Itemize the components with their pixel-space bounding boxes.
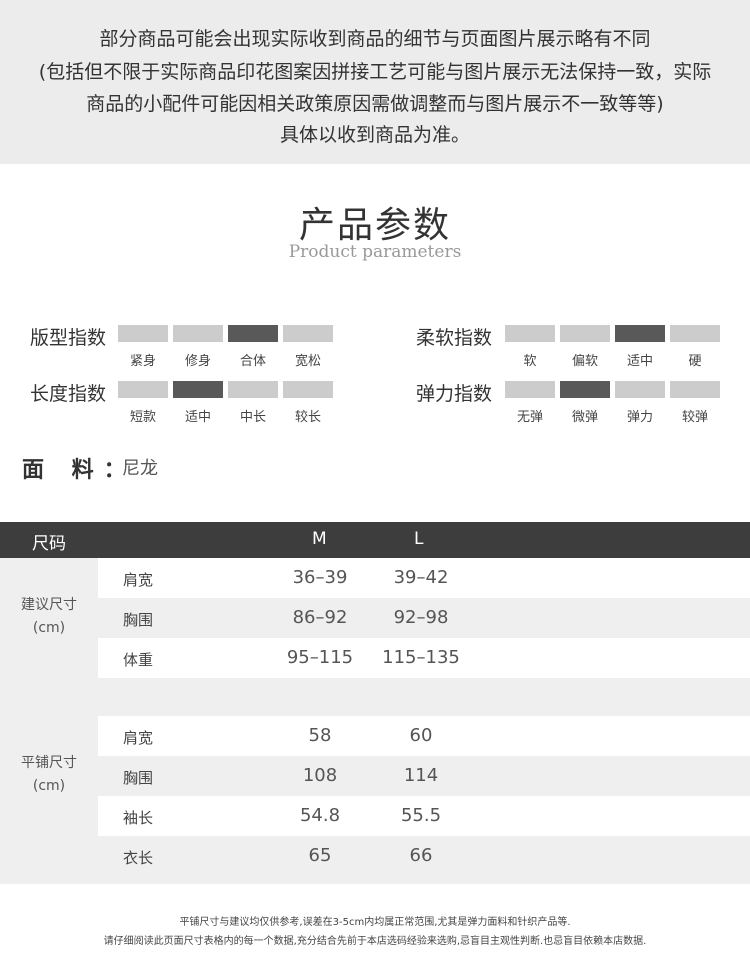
stretch-index-bar bbox=[670, 381, 720, 398]
row-label: 肩宽 bbox=[123, 571, 154, 589]
stretch-index-bar-selected bbox=[560, 381, 610, 398]
length-index-bar-selected bbox=[173, 381, 223, 398]
table-row: 体重 95–115 115–135 bbox=[98, 638, 750, 678]
softness-index-label: 柔软指数 bbox=[416, 327, 493, 349]
fit-index-option-label: 宽松 bbox=[294, 354, 321, 369]
table-row: 袖长 54.8 55.5 bbox=[98, 796, 750, 836]
stretch-index-option-label: 弹力 bbox=[626, 410, 653, 425]
length-index-option-label: 短款 bbox=[129, 410, 156, 425]
row-label: 胸围 bbox=[123, 611, 154, 629]
notice-line-1: 部分商品可能会出现实际收到商品的细节与页面图片展示略有不同 bbox=[99, 28, 651, 50]
cell-m: 95–115 bbox=[286, 647, 354, 668]
size-table-header: 尺码 M L bbox=[0, 522, 750, 558]
size-m-header: M bbox=[312, 529, 327, 549]
table-row: 胸围 86–92 92–98 bbox=[98, 598, 750, 638]
table-separator bbox=[0, 678, 750, 716]
notice-line-2: (包括但不限于实际商品印花图案因拼接工艺可能与图片展示无法保持一致，实际 bbox=[38, 61, 712, 83]
cell-l: 92–98 bbox=[393, 607, 449, 628]
fit-index-bar bbox=[118, 325, 168, 342]
table-row: 衣长 65 66 bbox=[98, 836, 750, 884]
softness-index-bar bbox=[670, 325, 720, 342]
fit-index-option-label: 修身 bbox=[184, 354, 211, 369]
notice-line-4: 具体以收到商品为准。 bbox=[279, 124, 470, 146]
cell-m: 54.8 bbox=[299, 805, 341, 826]
fabric-label: 面 料： bbox=[22, 457, 136, 483]
notice-line-3: 商品的小配件可能因相关政策原因需做调整而与图片展示不一致等等) bbox=[86, 93, 664, 115]
group-unit: (cm) bbox=[32, 778, 66, 794]
softness-index-option-label: 偏软 bbox=[571, 354, 598, 369]
softness-index-bar-selected bbox=[615, 325, 665, 342]
table-row: 胸围 108 114 bbox=[98, 756, 750, 796]
softness-index-bar bbox=[505, 325, 555, 342]
cell-m: 108 bbox=[302, 765, 338, 786]
stretch-index-bar bbox=[505, 381, 555, 398]
cell-l: 55.5 bbox=[400, 805, 442, 826]
fit-index-option-label: 合体 bbox=[239, 354, 266, 369]
row-label: 体重 bbox=[123, 651, 154, 669]
section-subtitle: Product parameters bbox=[288, 242, 462, 262]
length-index-option-label: 中长 bbox=[239, 410, 266, 425]
stretch-index-option-label: 微弹 bbox=[571, 410, 598, 425]
fabric-value: 尼龙 bbox=[122, 458, 158, 479]
table-row: 肩宽 58 60 bbox=[98, 716, 750, 756]
footnote-2: 请仔细阅读此页面尺寸表格内的每一个数据,充分结合先前于本店选码经验来选购,忌盲目… bbox=[103, 936, 647, 947]
notice-banner: 部分商品可能会出现实际收到商品的细节与页面图片展示略有不同 (包括但不限于实际商… bbox=[0, 0, 750, 164]
cell-m: 86–92 bbox=[292, 607, 348, 628]
stretch-index-bar bbox=[615, 381, 665, 398]
table-row: 肩宽 36–39 39–42 bbox=[98, 558, 750, 598]
fit-index-bar bbox=[283, 325, 333, 342]
section-title: 产品参数 bbox=[298, 205, 451, 246]
footnote-1: 平铺尺寸与建议均仅供参考,误差在3-5cm内均属正常范围,尤其是弹力面料和针织产… bbox=[179, 917, 571, 928]
softness-index-bar bbox=[560, 325, 610, 342]
cell-m: 36–39 bbox=[292, 567, 348, 588]
length-index-label: 长度指数 bbox=[30, 383, 107, 405]
cell-l: 60 bbox=[409, 725, 433, 746]
cell-m: 65 bbox=[308, 845, 332, 866]
length-index-option-label: 适中 bbox=[184, 410, 211, 425]
fit-index-label: 版型指数 bbox=[30, 327, 107, 349]
size-column-label: 尺码 bbox=[32, 534, 66, 554]
softness-index-option-label: 适中 bbox=[626, 354, 653, 369]
cell-l: 115–135 bbox=[382, 647, 460, 668]
fit-index-bar-selected bbox=[228, 325, 278, 342]
cell-l: 39–42 bbox=[393, 567, 449, 588]
row-label: 肩宽 bbox=[123, 729, 154, 747]
stretch-index-option-label: 无弹 bbox=[516, 410, 543, 425]
softness-index-option-label: 硬 bbox=[688, 354, 702, 369]
cell-m: 58 bbox=[308, 725, 332, 746]
group-cell-flat: 平铺尺寸 (cm) bbox=[0, 716, 98, 884]
stretch-index-label: 弹力指数 bbox=[416, 383, 493, 405]
stretch-index-option-label: 较弹 bbox=[681, 410, 708, 425]
group-name: 建议尺寸 bbox=[21, 597, 77, 613]
group-cell-recommended: 建议尺寸 (cm) bbox=[0, 558, 98, 678]
length-index-bar bbox=[283, 381, 333, 398]
fit-index-option-label: 紧身 bbox=[129, 354, 156, 369]
row-label: 胸围 bbox=[123, 769, 154, 787]
length-index-bar bbox=[118, 381, 168, 398]
cell-l: 66 bbox=[409, 845, 433, 866]
group-name: 平铺尺寸 bbox=[21, 755, 77, 771]
size-l-header: L bbox=[414, 529, 424, 549]
row-label: 袖长 bbox=[123, 809, 154, 827]
group-unit: (cm) bbox=[32, 620, 66, 636]
cell-l: 114 bbox=[403, 765, 439, 786]
softness-index-option-label: 软 bbox=[523, 354, 537, 369]
length-index-bar bbox=[228, 381, 278, 398]
length-index-option-label: 较长 bbox=[294, 410, 321, 425]
fit-index-bar bbox=[173, 325, 223, 342]
row-label: 衣长 bbox=[123, 849, 154, 867]
